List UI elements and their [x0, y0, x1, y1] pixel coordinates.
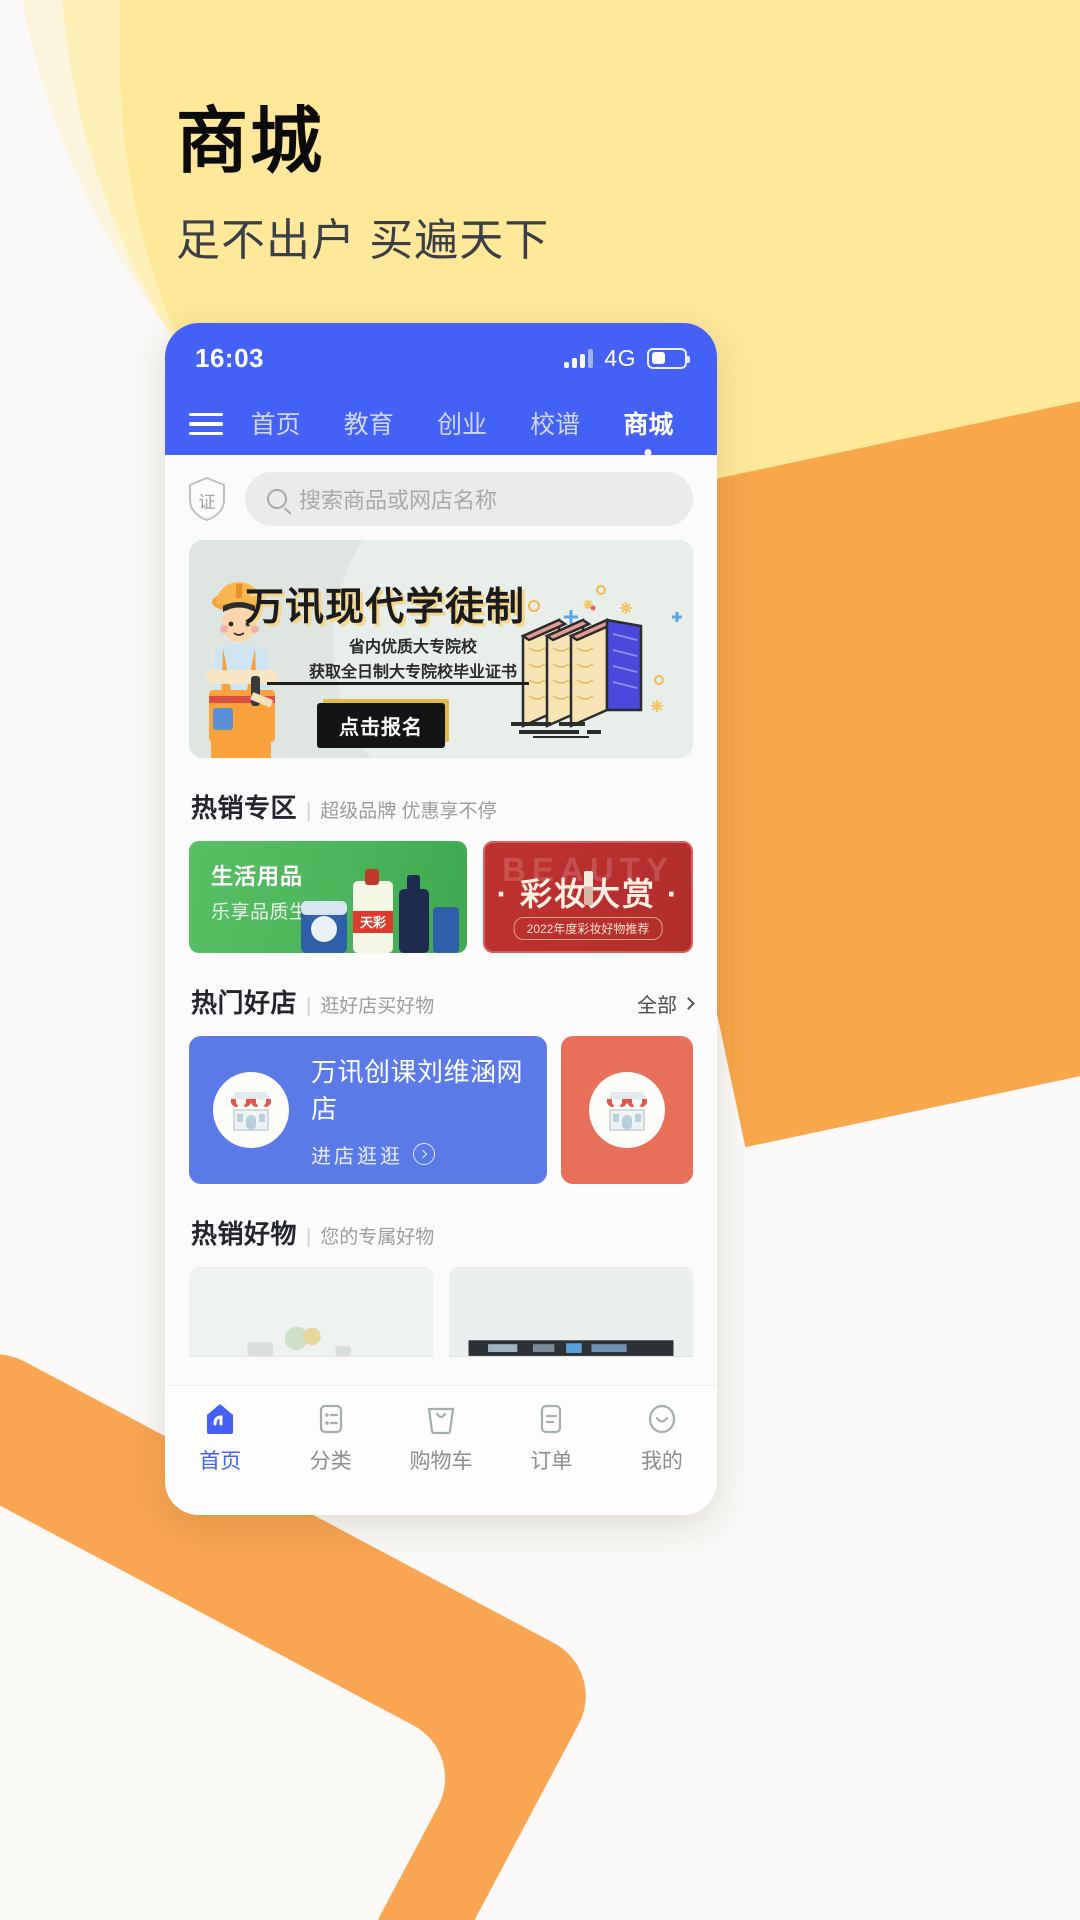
hot-stores-title: 热门好店 [191, 988, 298, 1018]
hot-zone-divider: | [306, 800, 312, 822]
tab-cart[interactable]: 购物车 [386, 1402, 496, 1475]
store-enter-button[interactable]: 进店逛逛 [311, 1140, 547, 1169]
tab-home[interactable]: 首页 [165, 1402, 275, 1475]
status-clock: 16:03 [195, 342, 264, 373]
daily-goods-card[interactable]: 生活用品 乐享品质生活 天彩 [189, 841, 467, 953]
content-scroll: 万讯现代学徒制 省内优质大专院校 获取全日制大专院校毕业证书 点击报名 热销专区… [165, 540, 717, 1357]
search-icon [267, 489, 287, 509]
goods-thumbnail [189, 1268, 433, 1356]
storefront-icon [589, 1072, 665, 1148]
hot-stores-header: 热门好店 | 逛好店买好物 全部 [189, 953, 695, 1036]
store-card-list: 万讯创课刘维涵网店 进店逛逛 [189, 1036, 693, 1184]
hot-zone-header: 热销专区 | 超级品牌 优惠享不停 [189, 758, 693, 841]
page-root: 商城 足不出户 买遍天下 16:03 4G 首页 教育 创业 校谱 商城 证 搜… [0, 0, 1080, 1920]
status-bar: 16:03 4G [165, 323, 717, 393]
chevron-right-icon [682, 997, 695, 1010]
app-top-nav: 首页 教育 创业 校谱 商城 [165, 393, 717, 455]
banner-title: 万讯现代学徒制 [245, 586, 526, 629]
goods-card[interactable] [449, 1267, 693, 1357]
tab-orders[interactable]: 订单 [496, 1402, 606, 1475]
order-document-icon [541, 1404, 562, 1434]
search-placeholder: 搜索商品或网店名称 [299, 488, 498, 513]
network-type-label: 4G [604, 344, 636, 371]
store-cta-label: 进店逛逛 [311, 1145, 403, 1168]
makeup-badge: 2022年度彩妆好物推荐 [513, 917, 663, 940]
tab-cart-label: 购物车 [409, 1450, 473, 1473]
hot-stores-view-all[interactable]: 全部 [637, 989, 695, 1018]
goods-thumbnail [449, 1268, 693, 1356]
shield-certificate-icon[interactable]: 证 [187, 476, 227, 522]
nav-tab-home[interactable]: 首页 [251, 405, 301, 443]
hot-goods-header: 热销好物 | 您的专属好物 [189, 1184, 693, 1267]
bottom-tab-bar: 首页 分类 购物车 订单 我的 [165, 1385, 717, 1515]
search-row: 证 搜索商品或网店名称 [165, 455, 717, 540]
hot-zone-cards: 生活用品 乐享品质生活 天彩 BEAUTY · · 2022年度彩妆好物推荐 [189, 841, 693, 953]
hot-goods-divider: | [306, 1226, 312, 1248]
daily-goods-title: 生活用品 [211, 864, 304, 889]
hero-text-block: 商城 足不出户 买遍天下 [176, 104, 549, 268]
store-info: 万讯创课刘维涵网店 进店逛逛 [311, 1052, 547, 1169]
lipstick-icon [584, 871, 593, 905]
hot-stores-divider: | [306, 995, 312, 1017]
tab-category[interactable]: 分类 [275, 1402, 385, 1475]
storefront-icon [213, 1072, 289, 1148]
home-icon [207, 1404, 234, 1434]
category-list-icon [319, 1404, 342, 1434]
background-wedge-orange-light [693, 511, 1080, 1109]
tab-home-label: 首页 [199, 1450, 242, 1473]
tab-profile-label: 我的 [640, 1450, 683, 1473]
view-all-label: 全部 [637, 995, 677, 1017]
hot-zone-subtitle: 超级品牌 优惠享不停 [320, 801, 497, 822]
top-nav-tabs: 首页 教育 创业 校谱 商城 [229, 405, 695, 443]
page-subtitle: 足不出户 买遍天下 [176, 216, 550, 266]
svg-text:天彩: 天彩 [360, 915, 386, 930]
nav-tab-school[interactable]: 校谱 [530, 405, 580, 443]
banner-divider [267, 682, 529, 685]
battery-icon [647, 347, 690, 369]
nav-tab-education[interactable]: 教育 [344, 405, 394, 443]
store-name: 万讯创课刘维涵网店 [311, 1056, 524, 1124]
makeup-card[interactable]: BEAUTY · 彩妆大赏 · 2022年度彩妆好物推荐 [483, 841, 693, 953]
app-content: 证 搜索商品或网店名称 万讯现代学徒制 省内优质大专院校 获取全日制大专院校毕业… [165, 455, 717, 1515]
banner-signup-button[interactable]: 点击报名 [317, 703, 445, 748]
signal-bars-icon [564, 348, 594, 368]
store-card-secondary[interactable] [561, 1036, 693, 1184]
status-icons: 4G [564, 344, 690, 372]
hot-goods-title: 热销好物 [191, 1219, 298, 1249]
promo-banner[interactable]: 万讯现代学徒制 省内优质大专院校 获取全日制大专院校毕业证书 点击报名 [189, 540, 693, 758]
shield-badge-text: 证 [198, 492, 216, 512]
nav-tab-startup[interactable]: 创业 [437, 405, 487, 443]
store-card-primary[interactable]: 万讯创课刘维涵网店 进店逛逛 [189, 1036, 547, 1184]
books-illustration [511, 618, 643, 738]
search-input[interactable]: 搜索商品或网店名称 [245, 472, 693, 526]
hot-stores-subtitle: 逛好店买好物 [320, 996, 435, 1017]
hot-zone-title: 热销专区 [191, 793, 298, 823]
user-profile-icon [648, 1404, 675, 1434]
goods-card[interactable] [189, 1267, 433, 1357]
hot-goods-subtitle: 您的专属好物 [320, 1227, 435, 1248]
tab-category-label: 分类 [309, 1450, 352, 1473]
hamburger-menu-icon[interactable] [189, 412, 223, 436]
daily-goods-products-illustration: 天彩 [301, 869, 459, 953]
arrow-right-circle-icon [413, 1143, 435, 1165]
tab-profile[interactable]: 我的 [607, 1402, 717, 1475]
banner-subtitle: 省内优质大专院校 获取全日制大专院校毕业证书 [309, 636, 517, 686]
tab-orders-label: 订单 [530, 1450, 573, 1473]
nav-tab-mall[interactable]: 商城 [623, 405, 673, 443]
page-title: 商城 [176, 102, 325, 182]
shopping-cart-icon [427, 1407, 455, 1435]
goods-list [189, 1267, 693, 1357]
phone-mockup: 16:03 4G 首页 教育 创业 校谱 商城 证 搜索商品或网店名称 万讯现代… [165, 323, 717, 1515]
banner-subtitle-line1: 省内优质大专院校 [349, 639, 478, 656]
